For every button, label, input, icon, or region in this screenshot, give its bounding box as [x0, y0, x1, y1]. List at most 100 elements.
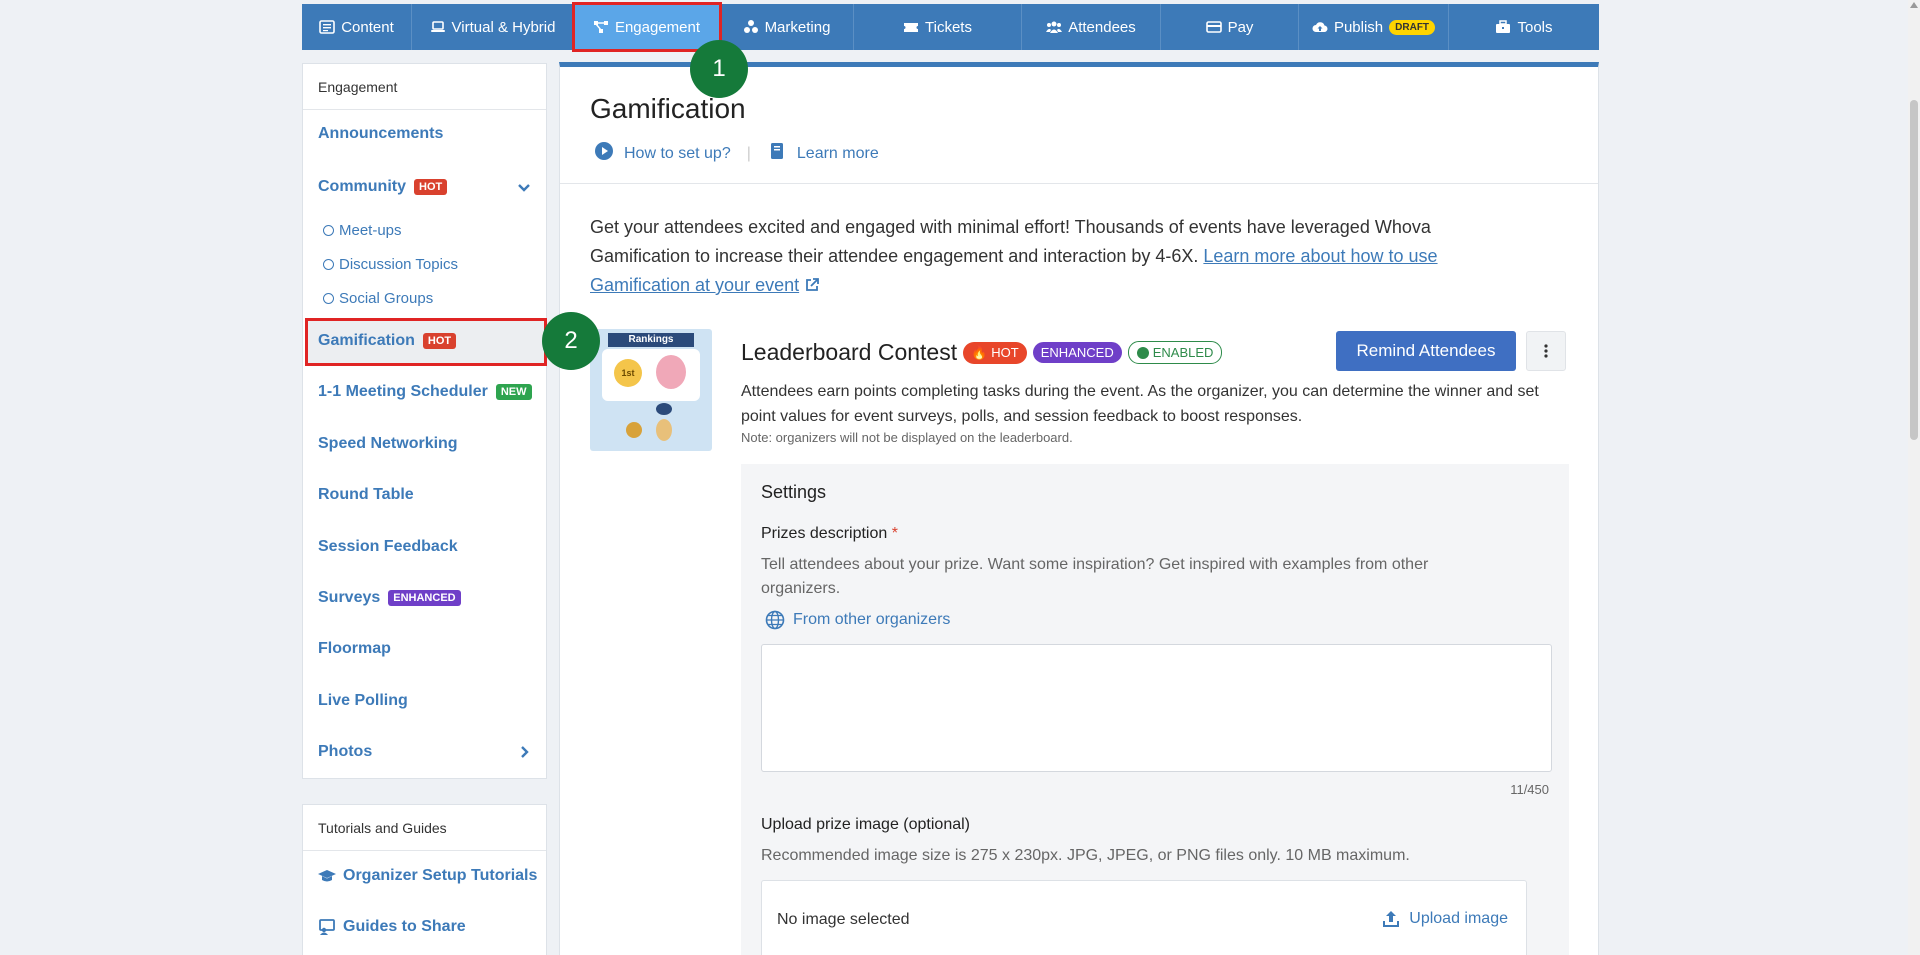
hot-badge: HOT — [414, 179, 448, 195]
nav-tab-label: Engagement — [614, 18, 701, 36]
leaderboard-note: Note: organizers will not be displayed o… — [741, 430, 1073, 445]
nav-tab-attendees[interactable]: Attendees — [1022, 4, 1161, 50]
play-circle-icon — [594, 141, 614, 166]
share-icon — [743, 20, 758, 33]
sidebar-subitem-discussion-topics[interactable]: Discussion Topics — [323, 256, 458, 273]
sidebar-item-surveys[interactable]: Surveys ENHANCED — [318, 589, 461, 607]
more-options-button[interactable] — [1526, 331, 1566, 371]
step-marker-2: 2 — [542, 312, 600, 370]
sidebar-header: Engagement — [303, 64, 546, 110]
external-link-icon[interactable] — [804, 275, 820, 295]
nav-tab-label: Virtual & Hybrid — [451, 18, 556, 36]
leaderboard-description: Attendees earn points completing tasks d… — [741, 383, 1539, 425]
list-icon — [319, 20, 336, 34]
page-scrollbar[interactable] — [1908, 0, 1920, 955]
enhanced-pill: ENHANCED — [1032, 342, 1122, 363]
new-badge: NEW — [495, 384, 532, 400]
upload-image-box: No image selected Upload image — [761, 880, 1527, 955]
sidebar-item-label: Floormap — [318, 640, 391, 657]
settings-panel: Settings Prizes description * Tell atten… — [741, 464, 1569, 955]
toolbox-icon — [1496, 20, 1511, 33]
prizes-label-text: Prizes description — [761, 525, 888, 542]
organizer-setup-tutorials-link[interactable]: Organizer Setup Tutorials — [318, 867, 537, 885]
from-other-organizers-label: From other organizers — [793, 611, 951, 628]
sidebar-subitem-social-groups[interactable]: Social Groups — [323, 290, 433, 307]
sidebar-item-session-feedback[interactable]: Session Feedback — [318, 538, 458, 556]
sidebar-item-label: Round Table — [318, 486, 414, 503]
circle-icon — [323, 293, 334, 304]
presentation-icon — [319, 919, 335, 935]
help-links: How to set up? | Learn more — [594, 141, 879, 166]
sidebar-item-gamification[interactable]: Gamification HOT — [318, 332, 457, 350]
nav-tab-content[interactable]: Content — [302, 4, 412, 50]
sidebar-subitem-label: Social Groups — [339, 290, 434, 307]
leaderboard-title-row: Leaderboard Contest 🔥 HOT ENHANCED ENABL… — [741, 339, 1223, 366]
prizes-description-textarea[interactable] — [761, 644, 1552, 772]
sidebar-item-label: Announcements — [318, 125, 444, 142]
upload-image-button[interactable]: Upload image — [1381, 909, 1508, 929]
sidebar-subitem-meetups[interactable]: Meet-ups — [323, 222, 402, 239]
sidebar-item-label: Session Feedback — [318, 538, 458, 555]
globe-icon — [765, 610, 785, 630]
enabled-status-pill[interactable]: ENABLED — [1127, 341, 1223, 364]
sidebar-item-floormap[interactable]: Floormap — [318, 640, 391, 658]
users-icon — [1046, 21, 1063, 33]
upload-help-text: Recommended image size is 275 x 230px. J… — [761, 847, 1410, 864]
sidebar-item-announcements[interactable]: Announcements — [318, 125, 443, 143]
nav-tab-virtual-hybrid[interactable]: Virtual & Hybrid — [412, 4, 574, 50]
sidebar-item-community[interactable]: Community HOT — [318, 178, 543, 196]
sidebar-item-label: Surveys — [318, 589, 381, 606]
sidebar-item-label: Speed Networking — [318, 435, 458, 452]
how-to-setup-link[interactable]: How to set up? — [624, 145, 731, 163]
status-dot-icon — [1136, 346, 1149, 359]
no-image-text: No image selected — [777, 911, 910, 928]
sidebar-item-live-polling[interactable]: Live Polling — [318, 692, 408, 710]
draft-badge: DRAFT — [1389, 19, 1436, 35]
nav-tab-marketing[interactable]: Marketing — [720, 4, 854, 50]
sidebar-item-label: Gamification — [318, 332, 415, 349]
sidebar-subitem-label: Meet-ups — [339, 222, 402, 239]
prizes-description-label: Prizes description * — [761, 525, 898, 543]
sidebar-item-label: Photos — [318, 743, 373, 760]
tutorial-label: Guides to Share — [343, 918, 466, 935]
nav-tab-label: Tools — [1517, 18, 1553, 36]
character-counter: 11/450 — [1510, 782, 1549, 797]
ticket-icon — [904, 23, 919, 32]
leaderboard-title: Leaderboard Contest — [741, 339, 958, 365]
rankings-banner: Rankings — [608, 333, 694, 347]
scrollbar-thumb[interactable] — [1910, 100, 1918, 440]
scroll-up-arrow-icon[interactable] — [1910, 2, 1918, 8]
engagement-sidebar: Engagement Announcements Community HOT M… — [302, 63, 547, 779]
hot-badge: HOT — [422, 333, 457, 349]
main-panel: Gamification How to set up? | Learn more… — [559, 62, 1599, 955]
sidebar-item-photos[interactable]: Photos — [318, 743, 543, 761]
nav-tab-tools[interactable]: Tools — [1449, 4, 1599, 50]
sidebar-item-round-table[interactable]: Round Table — [318, 486, 414, 504]
sidebar-item-label: Community — [318, 178, 406, 195]
nav-tab-pay[interactable]: Pay — [1161, 4, 1299, 50]
nav-tab-tickets[interactable]: Tickets — [854, 4, 1022, 50]
learn-more-link[interactable]: Learn more — [797, 145, 879, 163]
upload-image-label: Upload image — [1409, 910, 1508, 927]
chevron-right-icon[interactable] — [517, 745, 531, 759]
sidebar-item-meeting-scheduler[interactable]: 1-1 Meeting Scheduler NEW — [318, 383, 532, 401]
sidebar-subitem-label: Discussion Topics — [339, 256, 458, 273]
medal-icon: 1st — [614, 359, 642, 387]
remind-attendees-button[interactable]: Remind Attendees — [1336, 331, 1516, 371]
tutorial-label: Organizer Setup Tutorials — [343, 867, 538, 884]
enabled-label: ENABLED — [1152, 345, 1214, 360]
guides-to-share-link[interactable]: Guides to Share — [318, 918, 466, 936]
intro-text: Get your attendees excited and engaged w… — [590, 213, 1440, 300]
graduation-cap-icon — [318, 870, 336, 882]
nav-tab-label: Attendees — [1068, 18, 1136, 36]
required-mark: * — [891, 525, 898, 542]
settings-title: Settings — [761, 482, 827, 502]
nav-tab-publish[interactable]: Publish DRAFT — [1299, 4, 1449, 50]
laptop-icon — [430, 21, 445, 32]
nav-tab-engagement[interactable]: Engagement — [572, 2, 722, 52]
sidebar-item-speed-networking[interactable]: Speed Networking — [318, 435, 458, 453]
from-other-organizers-link[interactable]: From other organizers — [765, 610, 950, 630]
avatar-icon — [656, 419, 672, 441]
card-icon — [1205, 21, 1222, 33]
chevron-down-icon[interactable] — [517, 181, 531, 195]
